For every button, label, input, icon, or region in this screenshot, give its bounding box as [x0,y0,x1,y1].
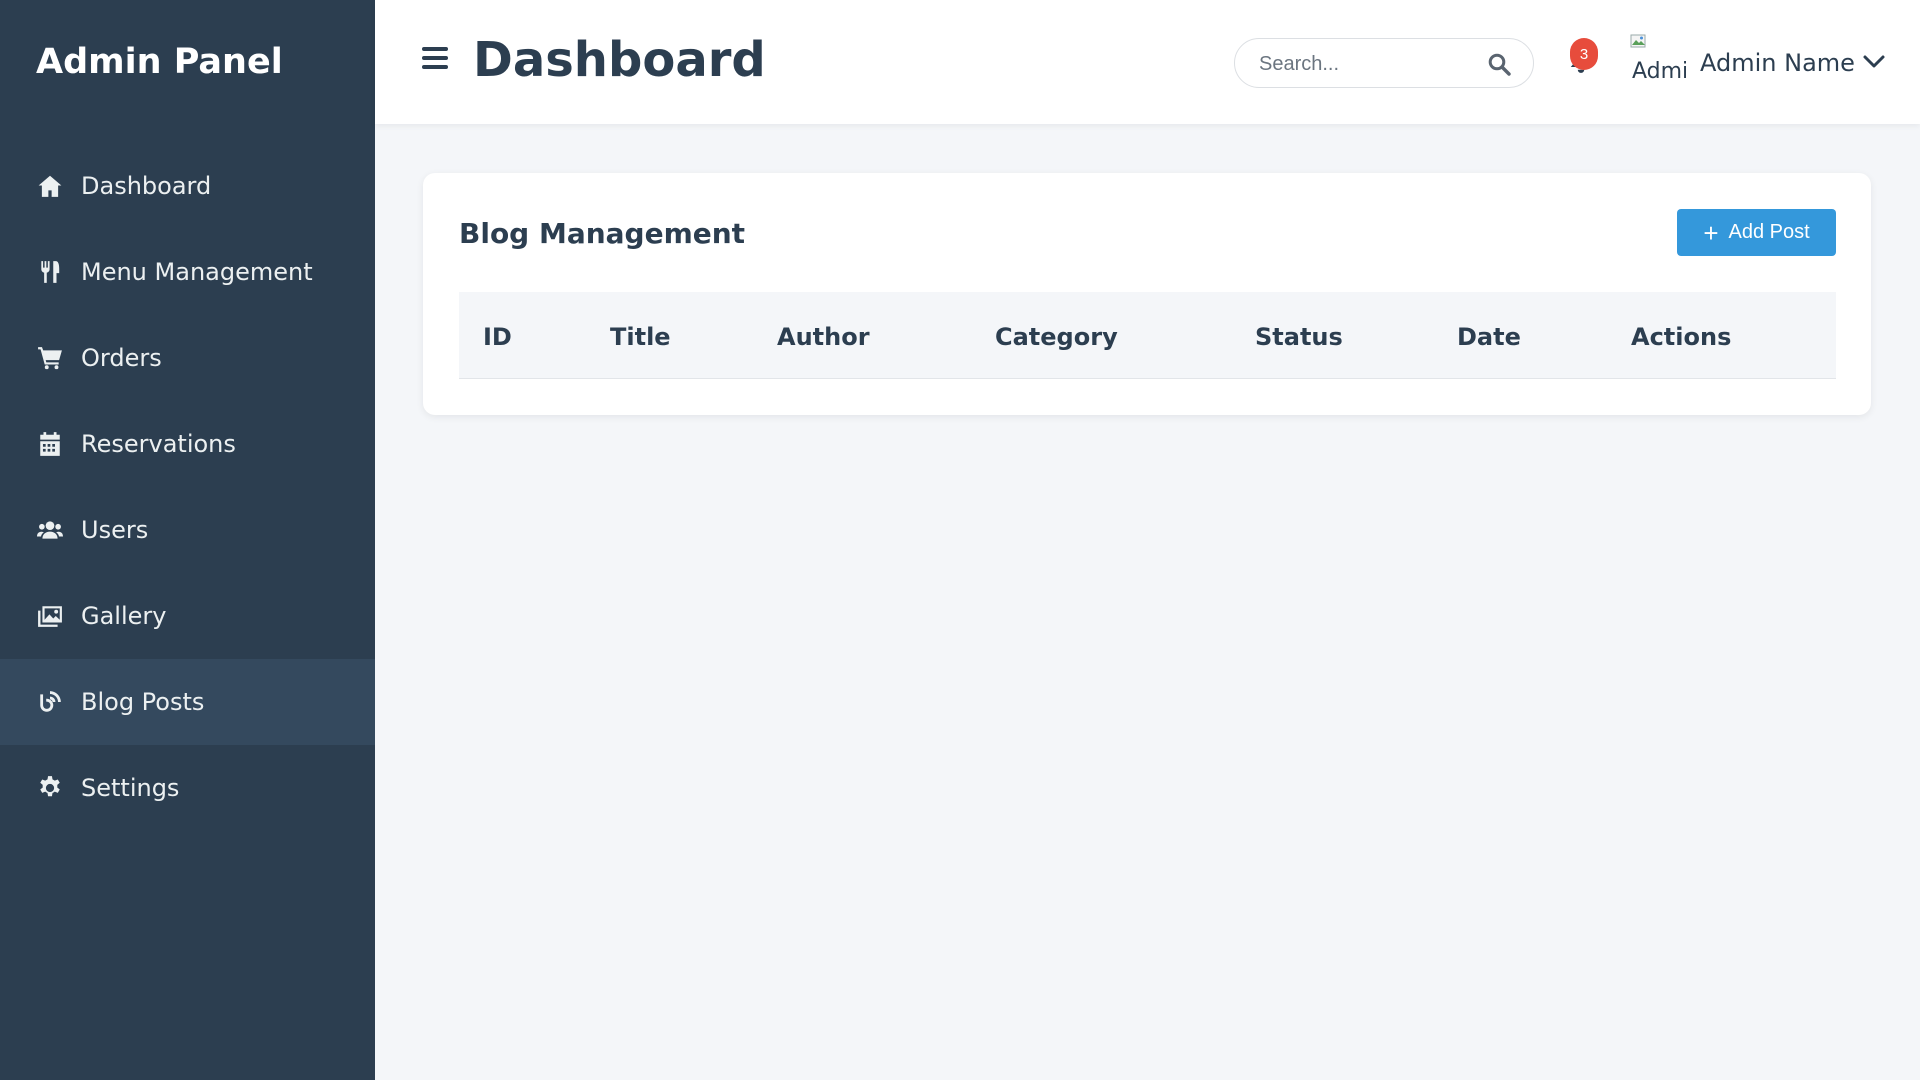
column-header-category[interactable]: Category [995,323,1118,351]
sidebar-item-orders[interactable]: Orders [0,315,375,401]
search-icon[interactable] [1487,52,1511,76]
avatar-alt-text: Admin [1632,59,1686,84]
sidebar-nav: Dashboard Menu Management Orders Reserva… [0,143,375,831]
avatar[interactable]: Admin [1628,33,1686,91]
column-header-id[interactable]: ID [483,323,512,351]
search-input[interactable] [1259,51,1479,77]
card-title: Blog Management [459,217,746,250]
sidebar-item-settings[interactable]: Settings [0,745,375,831]
sidebar-item-label: Gallery [81,602,167,630]
users-icon [36,516,64,544]
top-header: Dashboard 3 Admin Admin Name [375,0,1920,124]
sidebar-item-label: Blog Posts [81,688,205,716]
home-icon [36,172,64,200]
notification-badge: 3 [1570,38,1598,70]
column-header-actions[interactable]: Actions [1631,323,1731,351]
broken-image-icon [1630,34,1646,48]
sidebar-item-label: Orders [81,344,162,372]
sidebar-item-menu-management[interactable]: Menu Management [0,229,375,315]
gear-icon [36,774,64,802]
page-title: Dashboard [473,32,766,88]
images-icon [36,602,64,630]
sidebar-item-label: Menu Management [81,258,313,286]
blog-table-header: ID Title Author Category Status Date Act… [459,292,1836,379]
shopping-cart-icon [36,344,64,372]
sidebar-item-label: Dashboard [81,172,212,200]
blog-management-card: Blog Management + Add Post ID Title Auth… [423,173,1871,415]
sidebar-item-reservations[interactable]: Reservations [0,401,375,487]
utensils-icon [36,258,64,286]
hamburger-menu-icon[interactable] [422,47,448,69]
search-box [1234,38,1534,88]
plus-icon: + [1703,217,1719,248]
calendar-icon [36,430,64,458]
add-post-label: Add Post [1728,221,1810,243]
column-header-author[interactable]: Author [777,323,870,351]
brand-title: Admin Panel [36,42,283,82]
sidebar-item-label: Reservations [81,430,236,458]
column-header-title[interactable]: Title [610,323,671,351]
sidebar-item-blog-posts[interactable]: Blog Posts [0,659,375,745]
user-name[interactable]: Admin Name [1700,49,1855,77]
sidebar-item-users[interactable]: Users [0,487,375,573]
blog-icon [36,688,64,716]
sidebar-item-gallery[interactable]: Gallery [0,573,375,659]
sidebar: Admin Panel Dashboard Menu Management Or… [0,0,375,1080]
sidebar-item-dashboard[interactable]: Dashboard [0,143,375,229]
add-post-button[interactable]: + Add Post [1677,209,1836,256]
sidebar-item-label: Settings [81,774,180,802]
chevron-down-icon[interactable] [1862,54,1886,70]
sidebar-item-label: Users [81,516,149,544]
column-header-status[interactable]: Status [1255,323,1343,351]
column-header-date[interactable]: Date [1457,323,1521,351]
